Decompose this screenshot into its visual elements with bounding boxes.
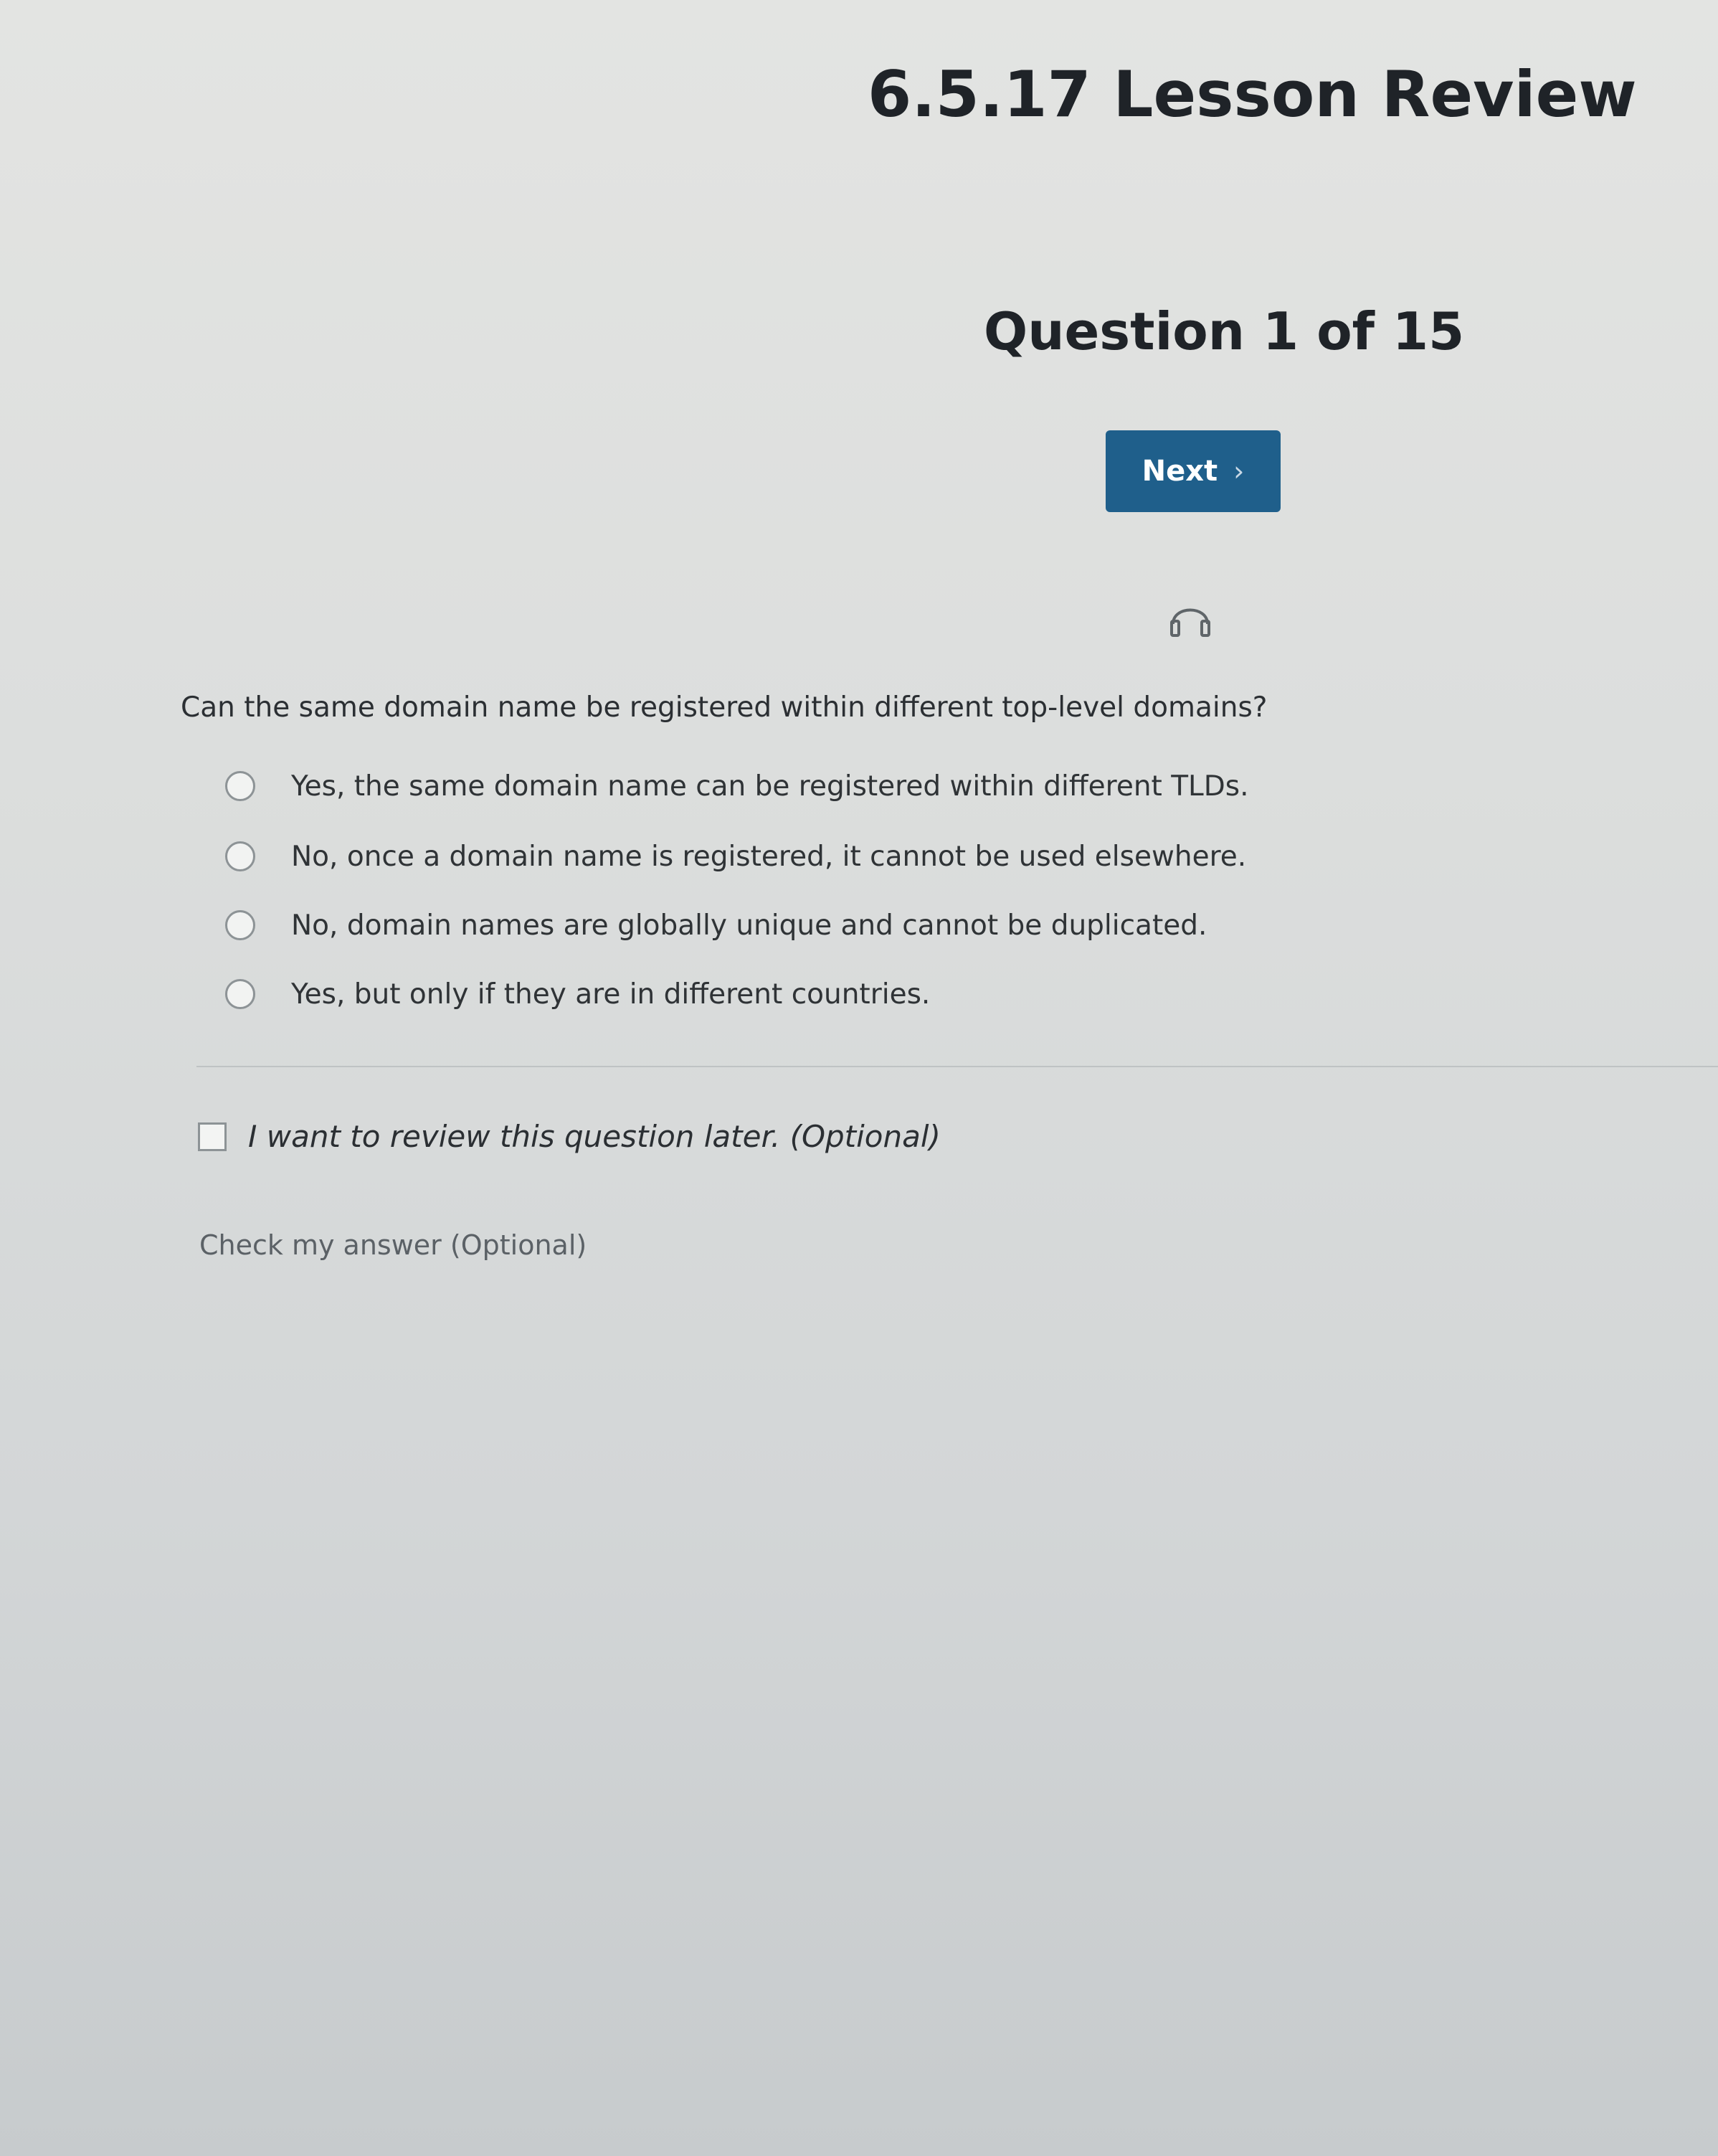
radio-button[interactable] — [225, 979, 255, 1009]
review-later-label: I want to review this question later. (O… — [248, 1119, 941, 1154]
chevron-right-icon: › — [1233, 455, 1245, 487]
answer-option[interactable]: Yes, the same domain name can be registe… — [225, 765, 1249, 808]
divider — [196, 1066, 1718, 1067]
answer-option[interactable]: No, once a domain name is registered, it… — [225, 835, 1246, 878]
answer-option-label: No, domain names are globally unique and… — [291, 909, 1207, 942]
radio-button[interactable] — [225, 841, 255, 871]
answer-option[interactable]: Yes, but only if they are in different c… — [225, 973, 930, 1016]
answer-option-label: No, once a domain name is registered, it… — [291, 840, 1247, 873]
question-text: Can the same domain name be registered w… — [181, 691, 1268, 724]
answer-option-label: Yes, but only if they are in different c… — [291, 978, 931, 1011]
check-answer-link[interactable]: Check my answer (Optional) — [199, 1229, 587, 1261]
next-button[interactable]: Next › — [1106, 430, 1281, 512]
radio-button[interactable] — [225, 910, 255, 940]
review-later-checkbox[interactable]: I want to review this question later. (O… — [198, 1119, 941, 1154]
checkbox[interactable] — [198, 1122, 227, 1151]
headphones-icon[interactable] — [1167, 595, 1213, 638]
question-counter: Question 1 of 15 — [984, 301, 1465, 361]
next-button-label: Next — [1142, 455, 1218, 488]
radio-button[interactable] — [225, 771, 255, 801]
answer-option[interactable]: No, domain names are globally unique and… — [225, 904, 1207, 947]
answer-option-label: Yes, the same domain name can be registe… — [291, 770, 1249, 803]
page-title: 6.5.17 Lesson Review — [868, 57, 1637, 131]
